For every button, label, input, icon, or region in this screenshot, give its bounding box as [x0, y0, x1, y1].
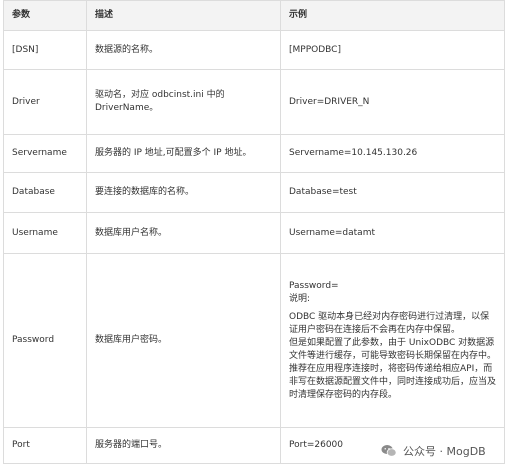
- description-cell: 驱动名，对应 odbcinst.ini 中的 DriverName。: [86, 69, 281, 135]
- description-cell: 数据源的名称。: [86, 30, 281, 70]
- param-cell: Username: [3, 212, 87, 254]
- wechat-watermark: 公众号 · MogDB: [380, 441, 486, 461]
- example-cell: Password= 说明: ODBC 驱动本身已经对内存密码进行过清理，以保证用…: [280, 253, 505, 428]
- table-row: Driver 驱动名，对应 odbcinst.ini 中的 DriverName…: [3, 69, 505, 135]
- description-cell: 服务器的 IP 地址,可配置多个 IP 地址。: [86, 134, 281, 173]
- param-cell: Driver: [3, 69, 87, 135]
- example-cell: Servername=10.145.130.26: [280, 134, 505, 173]
- description-cell: 数据库用户名称。: [86, 212, 281, 254]
- password-example-line: Password=: [289, 280, 339, 291]
- example-cell: [MPPODBC]: [280, 30, 505, 70]
- param-cell: Database: [3, 172, 87, 213]
- table-header-row: 参数 描述 示例: [3, 0, 505, 31]
- wechat-icon: [381, 445, 397, 457]
- table-row: [DSN] 数据源的名称。 [MPPODBC]: [3, 30, 505, 70]
- description-cell: 服务器的端口号。: [86, 427, 281, 464]
- note-label: 说明:: [289, 293, 311, 304]
- param-cell: Servername: [3, 134, 87, 173]
- note-paragraph: ODBC 驱动本身已经对内存密码进行过清理，以保证用户密码在连接后不会再在内存中…: [289, 311, 490, 335]
- header-description: 描述: [86, 0, 281, 31]
- param-cell: Port: [3, 427, 87, 464]
- table-row: Database 要连接的数据库的名称。 Database=test: [3, 172, 505, 213]
- example-cell: Driver=DRIVER_N: [280, 69, 505, 135]
- table-row: Password 数据库用户密码。 Password= 说明: ODBC 驱动本…: [3, 253, 505, 428]
- example-cell: Username=datamt: [280, 212, 505, 254]
- note-paragraph: 推荐在应用程序连接时，将密码传递给相应API，而非写在数据源配置文件中，同时连接…: [289, 363, 497, 400]
- note-paragraph: 但是如果配置了此参数，由于 UnixODBC 对数据源文件等进行缓存，可能导致密…: [289, 337, 497, 361]
- param-cell: [DSN]: [3, 30, 87, 70]
- odbc-parameter-table: 参数 描述 示例 [DSN] 数据源的名称。 [MPPODBC] Driver …: [3, 0, 505, 464]
- header-param: 参数: [3, 0, 87, 31]
- table-row: Servername 服务器的 IP 地址,可配置多个 IP 地址。 Serve…: [3, 134, 505, 173]
- header-example: 示例: [280, 0, 505, 31]
- table-row: Username 数据库用户名称。 Username=datamt: [3, 212, 505, 254]
- description-cell: 数据库用户密码。: [86, 253, 281, 428]
- example-cell: Database=test: [280, 172, 505, 213]
- description-cell: 要连接的数据库的名称。: [86, 172, 281, 213]
- param-cell: Password: [3, 253, 87, 428]
- watermark-text: 公众号 · MogDB: [403, 445, 486, 458]
